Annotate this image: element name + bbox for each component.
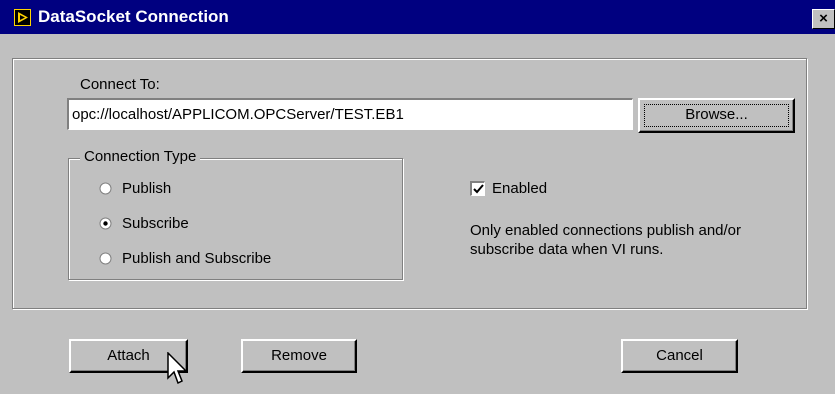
connect-to-label: Connect To:: [80, 76, 160, 93]
enabled-checkbox[interactable]: [470, 181, 485, 196]
browse-button[interactable]: Browse...: [638, 98, 795, 133]
publish-radio[interactable]: [99, 182, 112, 195]
mouse-cursor-icon: [167, 352, 188, 385]
publish-and-subscribe-radio-label[interactable]: Publish and Subscribe: [122, 250, 271, 267]
cancel-button[interactable]: Cancel: [621, 339, 738, 373]
subscribe-radio[interactable]: [99, 217, 112, 230]
cancel-button-label: Cancel: [656, 347, 703, 364]
title-bar: DataSocket Connection ×: [0, 0, 835, 34]
enabled-description-line-1: Only enabled connections publish and/or: [470, 222, 742, 239]
connect-to-input[interactable]: [67, 98, 633, 130]
close-button[interactable]: ×: [812, 9, 835, 29]
connection-type-legend: Connection Type: [80, 148, 201, 165]
focus-rectangle: [644, 104, 789, 127]
attach-button-label: Attach: [107, 347, 150, 364]
remove-button[interactable]: Remove: [241, 339, 357, 373]
window-title: DataSocket Connection: [38, 7, 229, 26]
publish-radio-label[interactable]: Publish: [122, 180, 171, 197]
publish-and-subscribe-radio[interactable]: [99, 252, 112, 265]
remove-button-label: Remove: [271, 347, 327, 364]
enabled-label[interactable]: Enabled: [492, 180, 547, 197]
enabled-description-line-2: subscribe data when VI runs.: [470, 241, 664, 258]
subscribe-radio-label[interactable]: Subscribe: [122, 215, 189, 232]
labview-icon: [14, 9, 31, 26]
